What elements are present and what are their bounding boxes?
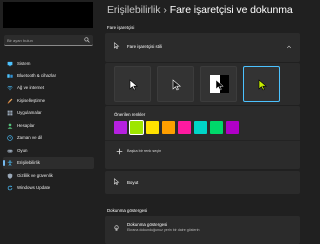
- color-swatch[interactable]: [162, 121, 175, 134]
- sidebar-item-apps[interactable]: Uygulamalar: [3, 107, 94, 119]
- sidebar-item-personalization[interactable]: Kişiselleştirme: [3, 95, 94, 107]
- custom-color-button[interactable]: Başka bir renk seçin: [127, 149, 161, 153]
- selection-indicator: [3, 160, 5, 166]
- color-swatch[interactable]: [226, 121, 239, 134]
- breadcrumb-separator: ›: [163, 4, 167, 16]
- color-swatch[interactable]: [146, 121, 159, 134]
- sidebar-item-label: Zaman ve dil: [17, 135, 43, 140]
- search-icon[interactable]: [84, 37, 90, 43]
- accessibility-icon: [7, 160, 13, 166]
- section-label-pointer: Fare işaretçisi: [107, 25, 135, 30]
- divider: [105, 140, 300, 141]
- chevron-up-icon[interactable]: [286, 44, 292, 50]
- color-swatch[interactable]: [210, 121, 223, 134]
- search-box[interactable]: [4, 35, 93, 46]
- black-pointer-icon: [172, 79, 182, 91]
- wifi-icon: [7, 86, 13, 91]
- touch-indicator-icon: [114, 225, 119, 231]
- shield-icon: [7, 173, 13, 179]
- sidebar-item-label: Oyun: [17, 148, 28, 153]
- sidebar-item-label: Gizlilik ve güvenlik: [17, 173, 53, 178]
- bluetooth-icon: [7, 74, 13, 78]
- sidebar-item-bluetooth[interactable]: Bluetooth & cihazlar: [3, 70, 94, 82]
- pointer-style-inverted[interactable]: [200, 66, 237, 102]
- pointer-style-black[interactable]: [157, 66, 194, 102]
- gamepad-icon: [7, 149, 13, 153]
- sidebar-item-privacy[interactable]: Gizlilik ve güvenlik: [3, 170, 94, 182]
- white-pointer-icon: [129, 79, 139, 91]
- sidebar-item-label: Sistem: [17, 61, 31, 66]
- touch-indicator-title: Dokunma göstergesi: [127, 222, 168, 227]
- pointer-colors-panel: Önerilen renkler Başka bir renk seçin: [105, 106, 300, 169]
- plus-icon[interactable]: [116, 148, 123, 155]
- touch-indicator-card[interactable]: Dokunma göstergesi Ekrana dokunduğunuz y…: [105, 216, 300, 244]
- pointer-style-custom[interactable]: [243, 66, 280, 102]
- color-swatch[interactable]: [194, 121, 207, 134]
- sidebar-item-label: Uygulamalar: [17, 110, 42, 115]
- sidebar-item-gaming[interactable]: Oyun: [3, 145, 94, 157]
- apps-icon: [7, 110, 13, 116]
- pointer-size-icon: [114, 178, 120, 185]
- suggested-colors-label: Önerilen renkler: [114, 112, 146, 117]
- touch-indicator-subtitle: Ekrana dokunduğunuz yerin bir daire göst…: [127, 228, 200, 232]
- update-icon: [7, 185, 13, 191]
- pointer-style-icon: [114, 42, 120, 49]
- pointer-style-options: [105, 63, 300, 105]
- sidebar-item-label: Windows Update: [17, 185, 51, 190]
- sidebar-item-label: Ağ ve internet: [17, 85, 45, 90]
- sidebar-item-system[interactable]: Sistem: [3, 58, 94, 70]
- custom-pointer-icon: [258, 79, 268, 91]
- clock-globe-icon: [7, 135, 13, 141]
- sidebar-item-label: Bluetooth & cihazlar: [17, 73, 57, 78]
- breadcrumb-parent[interactable]: Erişilebilirlik: [107, 4, 160, 16]
- sidebar-item-label: Hesaplar: [17, 123, 35, 128]
- color-swatch[interactable]: [114, 121, 127, 134]
- sidebar-item-accessibility[interactable]: Erişilebilirlik: [3, 157, 94, 169]
- pointer-style-white[interactable]: [114, 66, 151, 102]
- pointer-style-title: Fare işaretçisi stili: [127, 44, 162, 49]
- sidebar-item-windows-update[interactable]: Windows Update: [3, 182, 94, 194]
- color-swatch[interactable]: [178, 121, 191, 134]
- brush-icon: [7, 98, 13, 104]
- sidebar-item-label: Kişiselleştirme: [17, 98, 46, 103]
- main-content: Erişilebilirlik › Fare işaretçisi ve dokun…: [97, 0, 300, 244]
- page-title: Fare işaretçisi ve dokunma: [169, 4, 293, 16]
- pointer-size-label: Boyut: [127, 180, 139, 185]
- section-label-touch: Dokunma göstergesi: [107, 208, 148, 213]
- person-icon: [7, 123, 13, 129]
- inverted-pointer-icon: [215, 79, 224, 91]
- sidebar-item-accounts[interactable]: Hesaplar: [3, 120, 94, 132]
- search-input[interactable]: [7, 35, 81, 45]
- sidebar-item-network[interactable]: Ağ ve internet: [3, 82, 94, 94]
- account-card[interactable]: [3, 2, 93, 28]
- monitor-icon: [7, 61, 13, 67]
- sidebar-item-time-language[interactable]: Zaman ve dil: [3, 132, 94, 144]
- pointer-style-card[interactable]: Fare işaretçisi stili: [105, 33, 300, 62]
- pointer-size-card[interactable]: Boyut: [105, 171, 300, 194]
- breadcrumb: Erişilebilirlik › Fare işaretçisi ve dokun…: [107, 4, 293, 16]
- color-swatch[interactable]: [129, 120, 144, 135]
- sidebar: Sistem Bluetooth & cihazlar Ağ ve intern…: [0, 0, 97, 244]
- sidebar-item-label: Erişilebilirlik: [17, 160, 40, 165]
